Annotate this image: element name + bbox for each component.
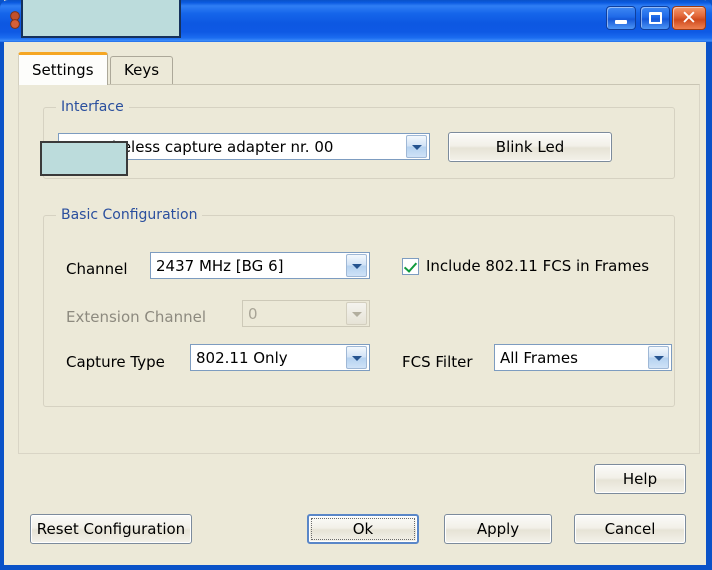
include-fcs-label: Include 802.11 FCS in Frames [426, 257, 650, 275]
chevron-down-icon[interactable] [346, 254, 367, 277]
ok-button[interactable]: Ok [307, 514, 419, 544]
include-fcs-checkbox[interactable] [402, 257, 419, 275]
fcs-filter-label: FCS Filter [402, 353, 473, 371]
chevron-down-icon[interactable] [648, 346, 669, 369]
cancel-label: Cancel [604, 520, 656, 538]
basic-configuration-group: Basic Configuration Channel 2437 MHz [BG… [43, 207, 675, 407]
adapter-redaction-overlay [40, 141, 128, 176]
extension-channel-label: Extension Channel [66, 308, 206, 326]
maximize-icon [649, 12, 662, 24]
help-button[interactable]: Help [594, 464, 686, 494]
fcs-filter-value: All Frames [500, 348, 578, 367]
maximize-button[interactable] [640, 6, 670, 30]
reset-configuration-label: Reset Configuration [36, 520, 186, 538]
capture-type-combo[interactable]: 802.11 Only [190, 344, 370, 371]
chevron-down-icon[interactable] [406, 135, 427, 158]
channel-value: 2437 MHz [BG 6] [156, 256, 284, 275]
extension-channel-value: 0 [248, 304, 258, 323]
tab-strip: Settings Keys [18, 52, 700, 85]
help-label: Help [622, 470, 658, 488]
capture-type-label: Capture Type [66, 353, 165, 371]
basic-configuration-legend: Basic Configuration [56, 207, 203, 223]
cancel-button[interactable]: Cancel [574, 514, 686, 544]
tab-settings[interactable]: Settings [18, 52, 108, 85]
control-panel-window: ol Panel ✕ Settings Keys Interface USB w… [0, 0, 712, 570]
close-button[interactable]: ✕ [672, 6, 706, 30]
settings-tab-panel: Interface USB wireless capture adapter n… [18, 84, 700, 454]
tab-keys[interactable]: Keys [110, 56, 174, 84]
channel-label: Channel [66, 260, 128, 278]
minimize-button[interactable] [606, 6, 636, 30]
tab-settings-label: Settings [32, 61, 94, 79]
include-fcs-checkbox-row[interactable]: Include 802.11 FCS in Frames [402, 257, 649, 275]
blink-led-button[interactable]: Blink Led [448, 132, 612, 162]
focus-indicator [311, 518, 415, 540]
capture-type-value: 802.11 Only [196, 348, 288, 367]
minimize-icon [615, 20, 627, 24]
apply-button[interactable]: Apply [444, 514, 552, 544]
fcs-filter-combo[interactable]: All Frames [494, 344, 672, 371]
interface-group: Interface USB wireless capture adapter n… [43, 99, 675, 179]
reset-configuration-button[interactable]: Reset Configuration [30, 514, 192, 544]
extension-channel-combo: 0 [242, 300, 370, 327]
apply-label: Apply [476, 520, 520, 538]
chevron-down-icon[interactable] [346, 346, 367, 369]
title-redaction-overlay [21, 0, 181, 38]
channel-combo-box[interactable]: 2437 MHz [BG 6] [150, 252, 370, 279]
tab-keys-label: Keys [124, 61, 160, 79]
chevron-down-icon [346, 302, 367, 325]
interface-group-legend: Interface [56, 99, 129, 115]
close-icon: ✕ [681, 7, 697, 29]
blink-led-label: Blink Led [495, 138, 565, 156]
